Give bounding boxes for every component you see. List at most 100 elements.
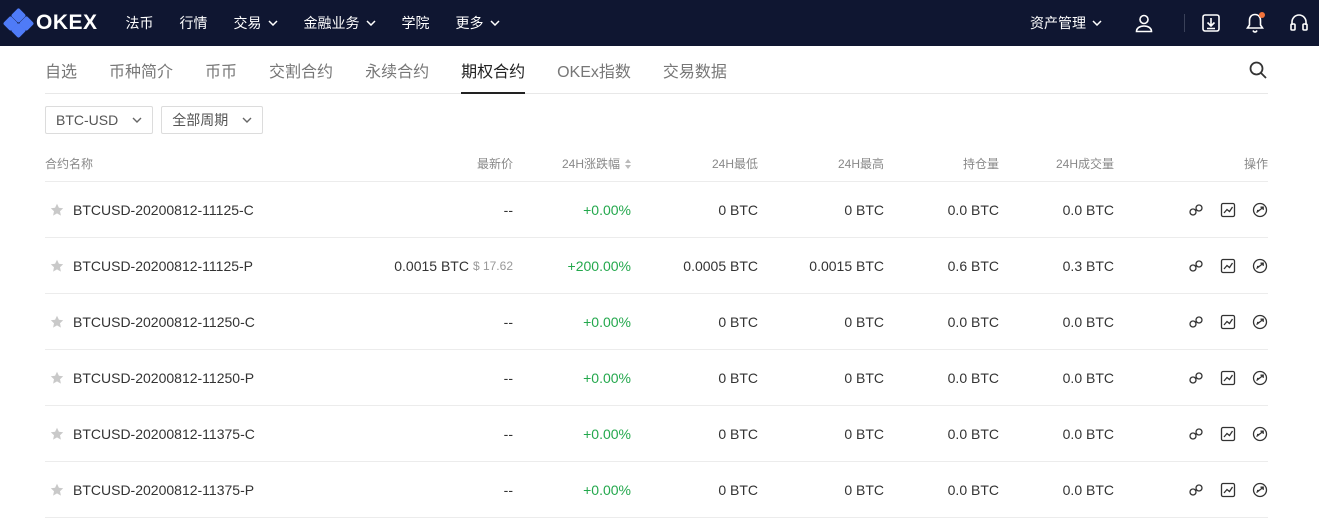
table-row[interactable]: BTCUSD-20200812-11125-C -- +0.00% 0 BTC 0 BT… [45, 182, 1268, 238]
favorite-star-icon[interactable] [50, 315, 64, 329]
asset-management-menu[interactable]: 资产管理 [1030, 13, 1102, 33]
compare-icon[interactable] [1188, 370, 1204, 386]
change-24h: +0.00% [583, 369, 631, 386]
volume-24h: 0.0 BTC [1062, 481, 1114, 498]
favorite-star-icon[interactable] [50, 371, 64, 385]
last-price-cell: -- [504, 182, 513, 237]
contract-name[interactable]: BTCUSD-20200812-11125-C [73, 202, 254, 218]
trade-icon[interactable] [1252, 370, 1268, 386]
nav-item-label: 法币 [125, 15, 154, 31]
chevron-down-icon [1092, 20, 1102, 26]
trade-icon[interactable] [1252, 314, 1268, 330]
tab-6[interactable]: OKEx指数 [557, 46, 631, 93]
table-row[interactable]: BTCUSD-20200812-11375-C -- +0.00% 0 BTC 0 BT… [45, 406, 1268, 462]
header-24h-volume[interactable]: 24H成交量 [1056, 146, 1114, 181]
open-interest: 0.0 BTC [947, 201, 999, 218]
chart-icon[interactable] [1220, 202, 1236, 218]
row-actions [1172, 406, 1268, 461]
download-icon[interactable] [1199, 11, 1223, 35]
top-navbar: OKEX 法币 行情 交易 金融业务 学院 更多 资产管理 [0, 0, 1319, 46]
open-interest: 0.0 BTC [947, 481, 999, 498]
chart-icon[interactable] [1220, 482, 1236, 498]
chart-icon[interactable] [1220, 426, 1236, 442]
change-24h: +200.00% [567, 257, 631, 274]
last-price-cell: 0.0015 BTC $ 17.62 [394, 238, 513, 293]
header-24h-high[interactable]: 24H最高 [838, 146, 884, 181]
bell-icon[interactable] [1243, 11, 1267, 35]
open-interest: 0.0 BTC [947, 369, 999, 386]
tab-2[interactable]: 币币 [205, 46, 237, 93]
tab-4[interactable]: 永续合约 [365, 46, 429, 93]
high-24h: 0 BTC [844, 425, 884, 442]
change-24h: +0.00% [583, 425, 631, 442]
trade-icon[interactable] [1252, 482, 1268, 498]
table-header: 合约名称 最新价 24H涨跌幅 24H最低 24H最高 持仓量 24H成交量 操… [45, 146, 1268, 182]
table-row[interactable]: BTCUSD-20200812-11250-P -- +0.00% 0 BTC 0 BT… [45, 350, 1268, 406]
high-24h: 0 BTC [844, 481, 884, 498]
chart-icon[interactable] [1220, 314, 1236, 330]
tab-5[interactable]: 期权合约 [461, 46, 526, 94]
search-icon[interactable] [1248, 60, 1268, 85]
favorite-star-icon[interactable] [50, 483, 64, 497]
trade-icon[interactable] [1252, 202, 1268, 218]
table-row[interactable]: BTCUSD-20200812-11375-P -- +0.00% 0 BTC 0 BT… [45, 462, 1268, 518]
logo-text: OKEX [36, 11, 98, 34]
chevron-down-icon [242, 117, 252, 123]
compare-icon[interactable] [1188, 314, 1204, 330]
low-24h: 0.0005 BTC [683, 257, 758, 274]
header-last-price[interactable]: 最新价 [477, 146, 513, 181]
header-open-interest[interactable]: 持仓量 [963, 146, 999, 181]
favorite-star-icon[interactable] [50, 203, 64, 217]
header-name[interactable]: 合约名称 [45, 146, 93, 181]
period-select[interactable]: 全部周期 [161, 106, 264, 134]
low-24h: 0 BTC [718, 313, 758, 330]
nav-item-4[interactable]: 学院 [402, 0, 430, 46]
favorite-star-icon[interactable] [50, 427, 64, 441]
divider [1184, 14, 1185, 32]
nav-item-5[interactable]: 更多 [456, 0, 500, 46]
nav-item-0[interactable]: 法币 [126, 0, 154, 46]
headset-icon[interactable] [1287, 11, 1311, 35]
trade-icon[interactable] [1252, 426, 1268, 442]
contract-cell: BTCUSD-20200812-11125-C [45, 182, 254, 237]
low-24h: 0 BTC [718, 201, 758, 218]
chevron-down-icon [132, 117, 142, 123]
market-subtabs: 自选 币种简介 币币 交割合约 永续合约 期权合约 OKEx指数 交易数据 [45, 46, 1268, 94]
okex-logo[interactable]: OKEX [2, 0, 98, 46]
compare-icon[interactable] [1188, 482, 1204, 498]
nav-item-3[interactable]: 金融业务 [304, 0, 376, 46]
trade-icon[interactable] [1252, 258, 1268, 274]
period-value: 全部周期 [172, 112, 229, 128]
contract-name[interactable]: BTCUSD-20200812-11375-P [73, 482, 254, 498]
header-24h-low[interactable]: 24H最低 [712, 146, 758, 181]
tab-1[interactable]: 币种简介 [109, 46, 173, 93]
tab-0[interactable]: 自选 [45, 46, 77, 93]
tab-3[interactable]: 交割合约 [269, 46, 333, 93]
tab-7[interactable]: 交易数据 [663, 46, 727, 93]
compare-icon[interactable] [1188, 202, 1204, 218]
compare-icon[interactable] [1188, 258, 1204, 274]
volume-24h: 0.0 BTC [1062, 369, 1114, 386]
table-row[interactable]: BTCUSD-20200812-11250-C -- +0.00% 0 BTC 0 BT… [45, 294, 1268, 350]
compare-icon[interactable] [1188, 426, 1204, 442]
contract-name[interactable]: BTCUSD-20200812-11250-P [73, 370, 254, 386]
contract-cell: BTCUSD-20200812-11375-C [45, 406, 255, 461]
nav-item-label: 交易 [233, 15, 262, 31]
contract-name[interactable]: BTCUSD-20200812-11250-C [73, 314, 255, 330]
header-24h-change[interactable]: 24H涨跌幅 [562, 146, 631, 181]
underlying-select[interactable]: BTC-USD [45, 106, 154, 134]
contract-name[interactable]: BTCUSD-20200812-11125-P [73, 258, 253, 274]
sort-icon[interactable] [625, 158, 631, 169]
chart-icon[interactable] [1220, 258, 1236, 274]
nav-item-2[interactable]: 交易 [234, 0, 278, 46]
chart-icon[interactable] [1220, 370, 1236, 386]
chevron-down-icon [267, 20, 278, 26]
main-nav: 法币 行情 交易 金融业务 学院 更多 [98, 0, 500, 46]
last-price: 0.0015 BTC [394, 257, 469, 274]
user-icon[interactable] [1132, 11, 1156, 35]
nav-item-1[interactable]: 行情 [180, 0, 208, 46]
table-row[interactable]: BTCUSD-20200812-11125-P 0.0015 BTC $ 17.62… [45, 238, 1268, 294]
favorite-star-icon[interactable] [50, 259, 64, 273]
contract-name[interactable]: BTCUSD-20200812-11375-C [73, 426, 255, 442]
last-price-usd: $ 17.62 [472, 258, 513, 273]
